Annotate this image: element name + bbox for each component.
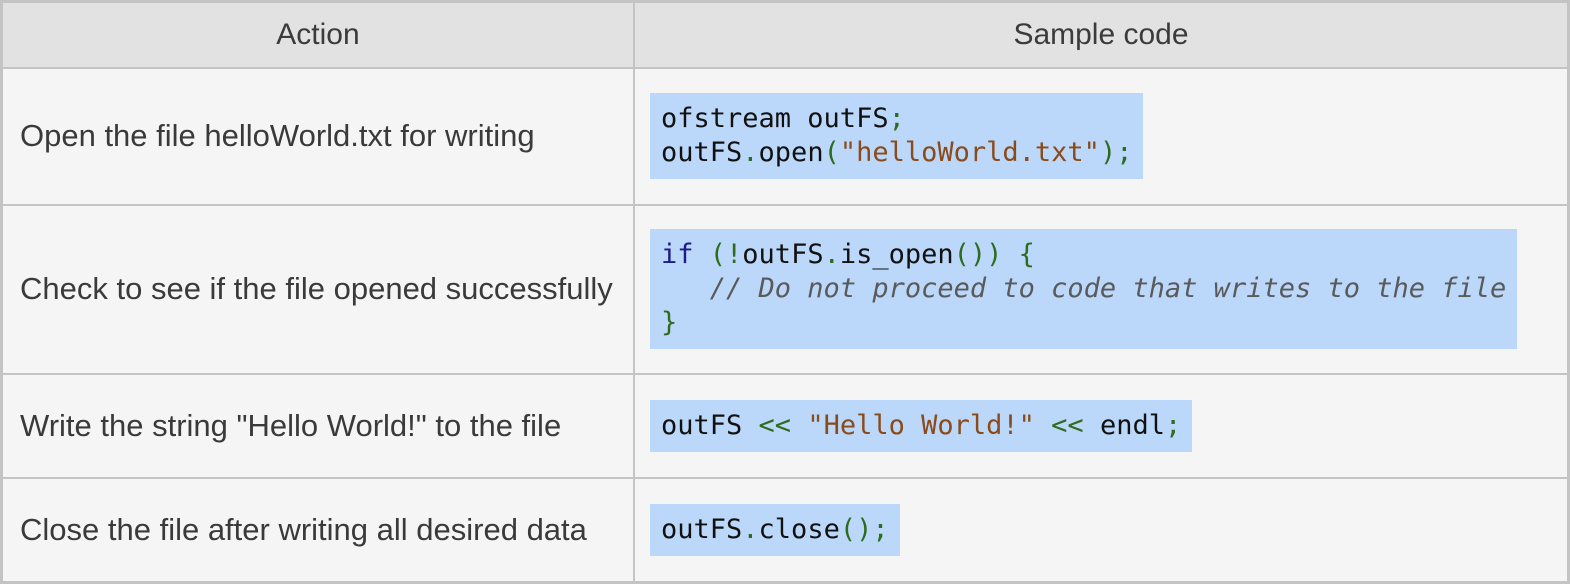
- table-row: Check to see if the file opened successf…: [3, 204, 1567, 376]
- actions-table: Action Sample code Open the file helloWo…: [3, 3, 1567, 581]
- code-cell: outFS.close();: [634, 478, 1567, 581]
- header-row: Action Sample code: [3, 3, 1567, 69]
- code-cell: outFS << "Hello World!" << endl;: [634, 374, 1567, 479]
- code-token: if: [661, 239, 694, 271]
- code-token: (!: [693, 239, 743, 271]
- table-row: Open the file helloWorld.txt for writing…: [3, 68, 1567, 206]
- code-token: outFS: [661, 513, 743, 545]
- code-token: open: [758, 137, 824, 169]
- action-cell: Check to see if the file opened successf…: [3, 204, 635, 376]
- code-cell: ofstream outFS; outFS.open("helloWorld.tx…: [634, 68, 1567, 206]
- header-sample-code: Sample code: [634, 3, 1567, 69]
- action-cell: Open the file helloWorld.txt for writing: [3, 68, 635, 206]
- code-token: "helloWorld.txt": [839, 137, 1100, 169]
- code-token: .: [742, 137, 759, 169]
- code-token: endl: [1099, 409, 1165, 441]
- code-cell: if (!outFS.is_open()) { // Do not procee…: [634, 204, 1567, 376]
- code-token: .: [823, 239, 840, 271]
- code-line: if (!outFS.is_open()) {: [661, 238, 1506, 272]
- code-line: outFS.close();: [661, 513, 889, 547]
- code-token: (: [823, 137, 840, 169]
- code-block: ofstream outFS; outFS.open("helloWorld.tx…: [650, 93, 1144, 180]
- code-token: ;: [888, 103, 905, 135]
- code-token: ();: [839, 513, 889, 545]
- code-token: ofstream outFS: [661, 103, 889, 135]
- code-line: }: [661, 306, 1506, 340]
- code-token: is_open: [839, 239, 954, 271]
- code-token: outFS: [742, 239, 824, 271]
- code-token: outFS: [661, 137, 743, 169]
- code-block: outFS << "Hello World!" << endl;: [650, 399, 1193, 452]
- code-block: outFS.close();: [650, 503, 900, 556]
- code-line: outFS.open("helloWorld.txt");: [661, 136, 1132, 170]
- action-cell: Close the file after writing all desired…: [3, 477, 635, 581]
- code-token: ()) {: [953, 239, 1035, 271]
- code-comment: // Do not proceed to code that writes to…: [661, 273, 1507, 305]
- code-token: }: [661, 307, 678, 339]
- code-line: // Do not proceed to code that writes to…: [661, 272, 1507, 306]
- code-token: close: [758, 513, 840, 545]
- code-token: "Hello World!": [807, 409, 1035, 441]
- code-token: .: [742, 513, 759, 545]
- file-io-table: Action Sample code Open the file helloWo…: [0, 0, 1570, 584]
- table-row: Close the file after writing all desired…: [3, 477, 1567, 581]
- table-row: Write the string "Hello World!" to the f…: [3, 374, 1567, 479]
- code-token: ;: [1164, 409, 1182, 441]
- code-line: outFS << "Hello World!" << endl;: [661, 409, 1181, 443]
- action-cell: Write the string "Hello World!" to the f…: [3, 374, 635, 479]
- code-token: <<: [1034, 409, 1100, 441]
- code-token: outFS: [661, 409, 759, 441]
- code-block: if (!outFS.is_open()) { // Do not procee…: [650, 229, 1518, 350]
- header-action: Action: [3, 3, 635, 69]
- code-line: ofstream outFS;: [661, 102, 1132, 136]
- code-token: <<: [758, 409, 792, 441]
- code-token: );: [1099, 137, 1133, 169]
